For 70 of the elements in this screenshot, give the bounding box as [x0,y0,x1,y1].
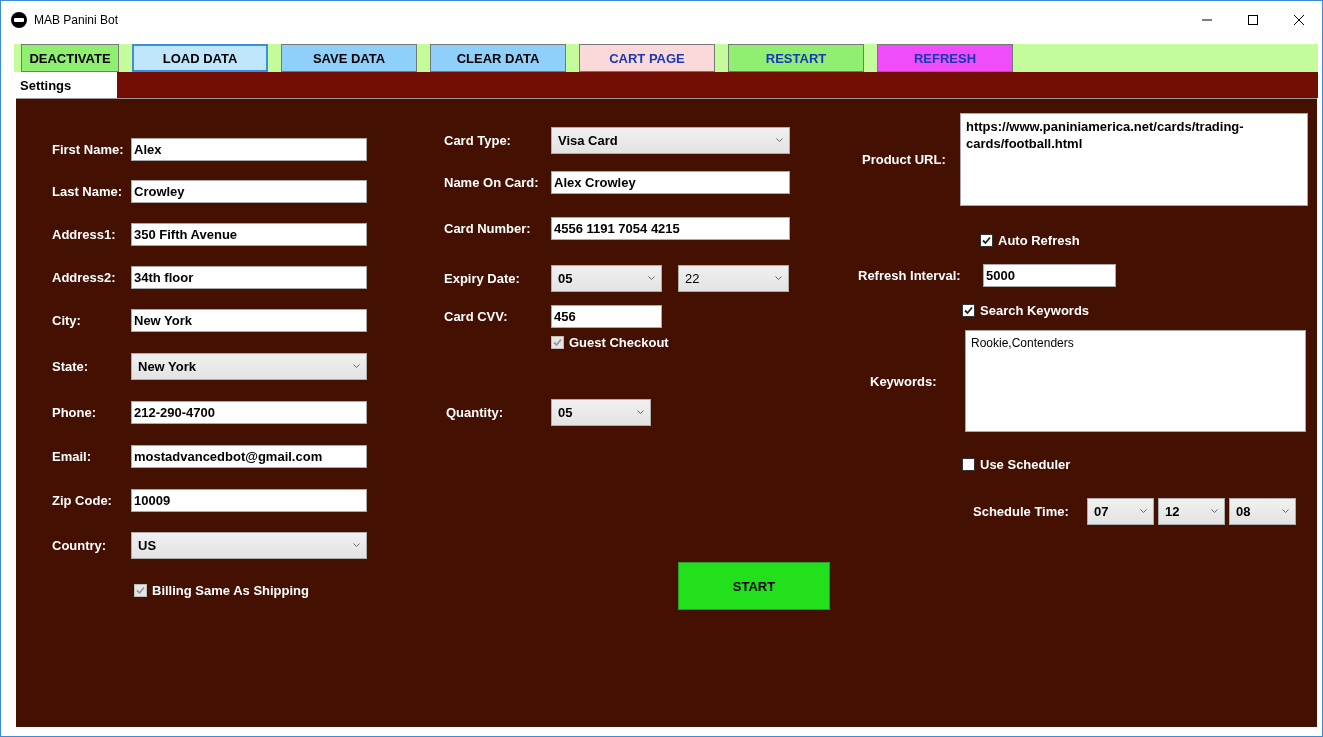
field-label: Name On Card: [444,174,540,190]
text-field[interactable]: New York [131,308,367,332]
close-icon [1294,14,1304,25]
dropdown-caret-icon [353,363,360,369]
text-field[interactable]: 350 Fifth Avenue [131,223,367,246]
toolbar-button[interactable]: CART PAGE [579,44,715,72]
field-label: Zip Code: [52,492,113,508]
tab[interactable]: Settings [16,72,117,98]
dropdown[interactable]: Visa Card [551,126,790,154]
text-field[interactable]: 212-290-4700 [131,401,367,424]
checkbox[interactable] [980,233,993,247]
field-label: Card Type: [444,132,512,148]
checkbox[interactable] [962,457,975,471]
dropdown-caret-icon [775,275,782,281]
text-field[interactable]: 5000 [983,263,1116,287]
text-field[interactable]: 4556 1191 7054 4215 [551,216,790,240]
maximize-icon [1248,14,1258,25]
text-field[interactable]: 456 [551,304,662,328]
dropdown-caret-icon [637,409,644,415]
field-label: Email: [52,448,92,464]
dropdown-caret-icon [1282,508,1289,514]
dropdown-caret-icon [353,543,360,548]
field-label: Card Number: [444,220,532,236]
dropdown-caret-icon [1140,508,1147,514]
window-title: MAB Panini Bot [34,12,119,27]
field-label: Refresh Interval: [858,267,962,283]
url-text-area[interactable]: https://www.paniniamerica.net/cards/trading-cards/football.html [960,112,1308,206]
field-label: Country: [52,538,108,553]
field-label: First Name: [52,141,125,157]
field-label: Address1: [52,227,117,242]
field-label: Quantity: [445,404,505,420]
dropdown-caret-icon [648,275,655,281]
field-label: City: [52,312,82,328]
field-label: Address2: [52,270,117,285]
field-label: Card CVV: [444,308,509,324]
field-label: Phone: [52,405,98,420]
toolbar-button[interactable]: LOAD DATA [132,44,268,72]
field-label: Keywords: [869,373,938,389]
app-logo-icon [11,11,27,28]
dropdown[interactable]: 07 [1087,497,1154,525]
dropdown[interactable]: 05 [551,398,651,426]
text-field[interactable]: 34th floor [131,266,367,289]
checkbox-label[interactable]: Search Keywords [962,302,1090,318]
dropdown[interactable]: New York [131,352,367,380]
dropdown[interactable]: 22 [678,264,789,292]
field-label: Product URL: [861,151,947,167]
dropdown[interactable]: 05 [551,264,662,292]
field-label: Expiry Date: [444,270,521,286]
checkbox-label[interactable]: Auto Refresh [980,232,1080,248]
checkbox-label[interactable]: Use Scheduler [962,456,1071,472]
text-field[interactable]: Alex Crowley [551,170,790,194]
dropdown-caret-icon [776,137,783,143]
text-field[interactable]: 10009 [131,488,367,512]
dropdown[interactable]: 08 [1229,497,1296,525]
dropdown-caret-icon [1211,508,1218,514]
start-button[interactable]: START [678,562,830,610]
text-field[interactable]: Alex [131,137,367,161]
toolbar-button[interactable]: CLEAR DATA [430,44,566,72]
checkbox[interactable] [962,303,975,317]
dropdown[interactable]: 12 [1158,497,1225,525]
toolbar-button[interactable]: DEACTIVATE [21,44,119,72]
dropdown[interactable]: US [131,532,367,559]
toolbar-button[interactable]: RESTART [728,44,864,72]
toolbar-button[interactable]: SAVE DATA [281,44,417,72]
text-field[interactable]: mostadvancedbot@gmail.com [131,444,367,468]
keywords-text-area[interactable]: Rookie,Contenders [965,330,1306,432]
field-label: Last Name: [52,184,124,199]
text-field[interactable]: Crowley [131,180,367,203]
field-label: Schedule Time: [973,503,1070,519]
field-label: State: [52,358,90,374]
